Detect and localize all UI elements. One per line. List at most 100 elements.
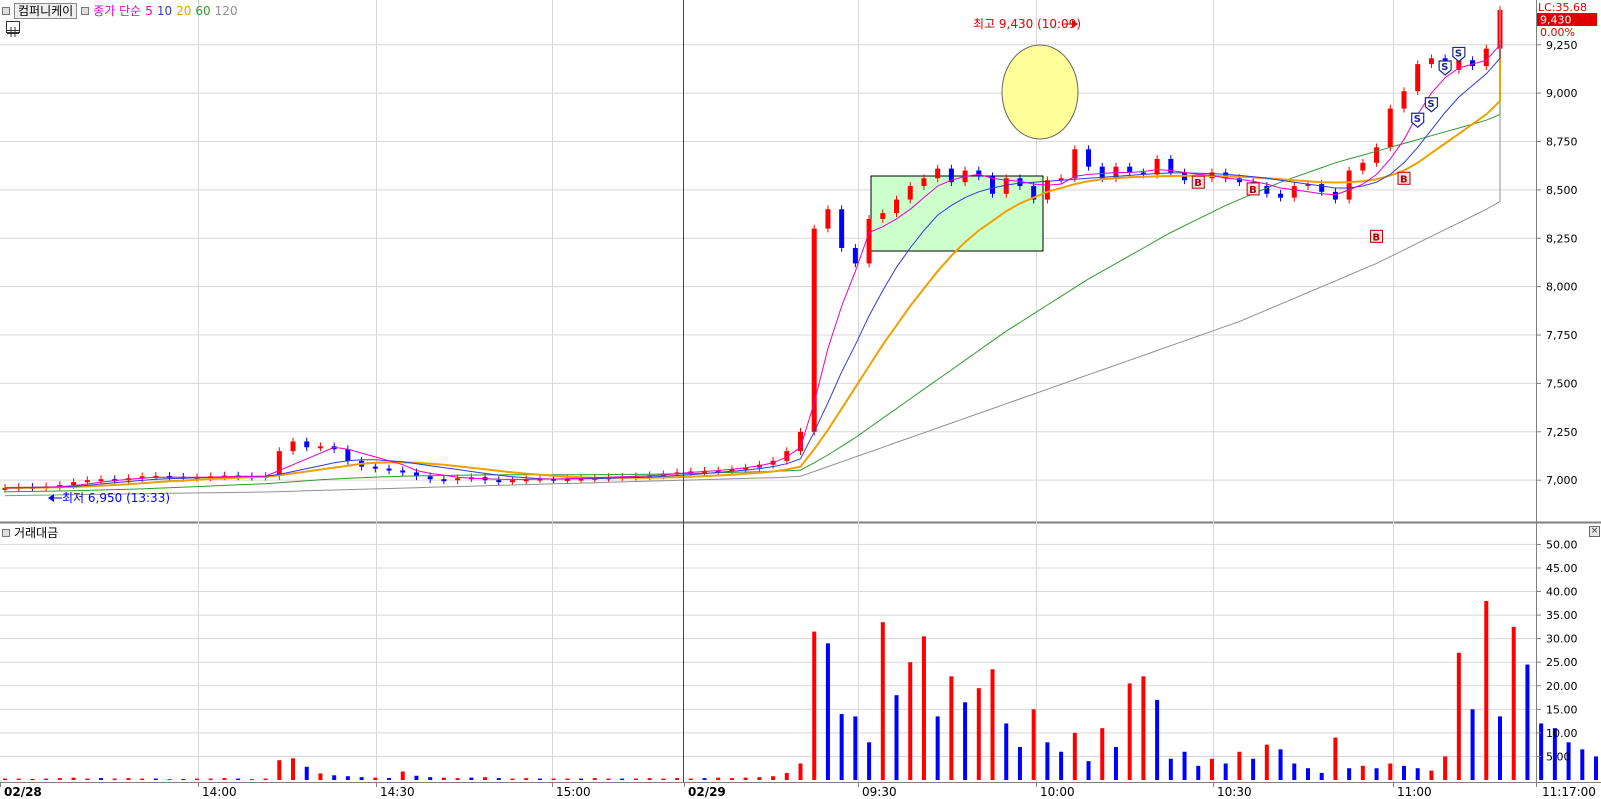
volume-bar [1360, 765, 1365, 780]
sell-marker-letter: S [1427, 99, 1434, 110]
volume-pane[interactable] [0, 523, 1536, 782]
volume-bar [812, 631, 817, 780]
ma-period-120[interactable]: 120 [215, 4, 238, 18]
chart-canvas[interactable]: 02/28 14:00 14:30 15:00 02/29 09:30 10:00 10:30… [0, 0, 1601, 799]
volume-bar [30, 779, 35, 781]
volume-bar [1086, 761, 1091, 780]
candle-body [1483, 48, 1489, 67]
volume-bar [565, 778, 570, 780]
current-change-label: 0.00% [1540, 26, 1575, 39]
candle-body [345, 449, 351, 461]
volume-bar [1374, 768, 1379, 780]
volume-bar [825, 643, 830, 780]
volume-toggle-icon[interactable] [2, 528, 10, 537]
candle-body [1374, 147, 1380, 163]
volume-bar [153, 778, 158, 780]
volume-bar [1127, 683, 1132, 780]
volume-bar [606, 778, 611, 780]
volume-bar [99, 778, 104, 780]
buy-marker-letter: B [1194, 178, 1202, 189]
volume-bar [236, 778, 241, 780]
panel-toggle-icon[interactable] [2, 6, 10, 15]
candle-body [400, 470, 406, 473]
ma-period-5[interactable]: 5 [145, 4, 153, 18]
candle-body [1360, 162, 1366, 171]
volume-bar [716, 777, 721, 780]
y-tick-label: 8,000 [1546, 281, 1578, 294]
volume-bar [976, 688, 981, 780]
volume-bar [1072, 732, 1077, 780]
y-tick-label: 25.00 [1546, 656, 1578, 669]
volume-bar [702, 778, 707, 780]
candle-body [1415, 64, 1421, 92]
volume-bar [1401, 765, 1406, 780]
x-tick-label: 10:30 [1217, 785, 1252, 799]
volume-bar [140, 778, 145, 780]
grid-view-icon[interactable] [6, 21, 20, 37]
volume-bar [1388, 763, 1393, 780]
volume-bar [291, 758, 296, 780]
volume-bar [908, 662, 913, 780]
volume-bar [510, 778, 515, 780]
volume-bar [537, 778, 542, 780]
y-tick-label: 9,000 [1546, 87, 1578, 100]
volume-bar [1045, 742, 1050, 780]
volume-bar [1168, 758, 1173, 780]
volume-bar [373, 777, 378, 780]
x-tick-label: 02/28 [4, 785, 42, 799]
volume-bar [1415, 768, 1420, 780]
candle-body [976, 170, 982, 177]
volume-bar [263, 778, 268, 780]
volume-bar [1292, 763, 1297, 780]
candle-body [880, 213, 886, 219]
volume-bar [1594, 756, 1599, 780]
volume-bar [1004, 723, 1009, 780]
ma-toggle-icon[interactable] [81, 6, 90, 15]
candle-body [1401, 91, 1407, 109]
candle-body [825, 209, 831, 229]
candle-body [98, 479, 104, 482]
ma-period-20[interactable]: 20 [176, 4, 191, 18]
buy-marker-letter: B [1249, 185, 1257, 196]
x-tick-label: 11:00 [1397, 785, 1432, 799]
volume-bar [853, 716, 858, 780]
y-tick-label: 7,500 [1546, 377, 1578, 390]
volume-bar [867, 742, 872, 780]
volume-bar [1319, 772, 1324, 780]
price-pane[interactable] [0, 0, 1536, 522]
volume-bar [1539, 723, 1544, 780]
volume-bar [935, 716, 940, 780]
ma-period-60[interactable]: 60 [195, 4, 210, 18]
volume-bar [387, 778, 392, 780]
volume-bar [1443, 756, 1448, 780]
close-panel-icon[interactable]: × [1589, 526, 1600, 537]
candle-body [894, 199, 900, 214]
volume-bar [1196, 765, 1201, 780]
buy-marker: B [1246, 182, 1260, 196]
volume-bar [1484, 600, 1489, 780]
volume-bar [71, 777, 76, 780]
volume-bar [44, 778, 49, 780]
buy-marker: B [1397, 171, 1411, 185]
stock-name[interactable]: 컴퍼니케이 [14, 2, 78, 19]
volume-bar [757, 777, 762, 780]
volume-bar [126, 778, 131, 780]
sell-marker-letter: S [1455, 48, 1462, 59]
volume-title[interactable]: 거래대금 [14, 524, 58, 541]
volume-bar [1333, 737, 1338, 780]
volume-bar [921, 636, 926, 780]
y-tick-label: 7,000 [1546, 474, 1578, 487]
volume-bar [1511, 626, 1516, 780]
volume-bar [359, 777, 364, 780]
ma-period-10[interactable]: 10 [157, 4, 172, 18]
volume-panel-header: 거래대금 [2, 524, 58, 541]
price-panel-header: 컴퍼니케이 종가 단순 5 10 20 60 120 [2, 2, 238, 19]
volume-bar [620, 778, 625, 780]
volume-bar [1017, 747, 1022, 780]
ma-title[interactable]: 종가 단순 [93, 2, 141, 19]
volume-bar [729, 778, 734, 780]
candle-body [866, 218, 872, 264]
volume-bar [661, 778, 666, 780]
candle-body [852, 247, 858, 264]
y-tick-label: 8,500 [1546, 184, 1578, 197]
